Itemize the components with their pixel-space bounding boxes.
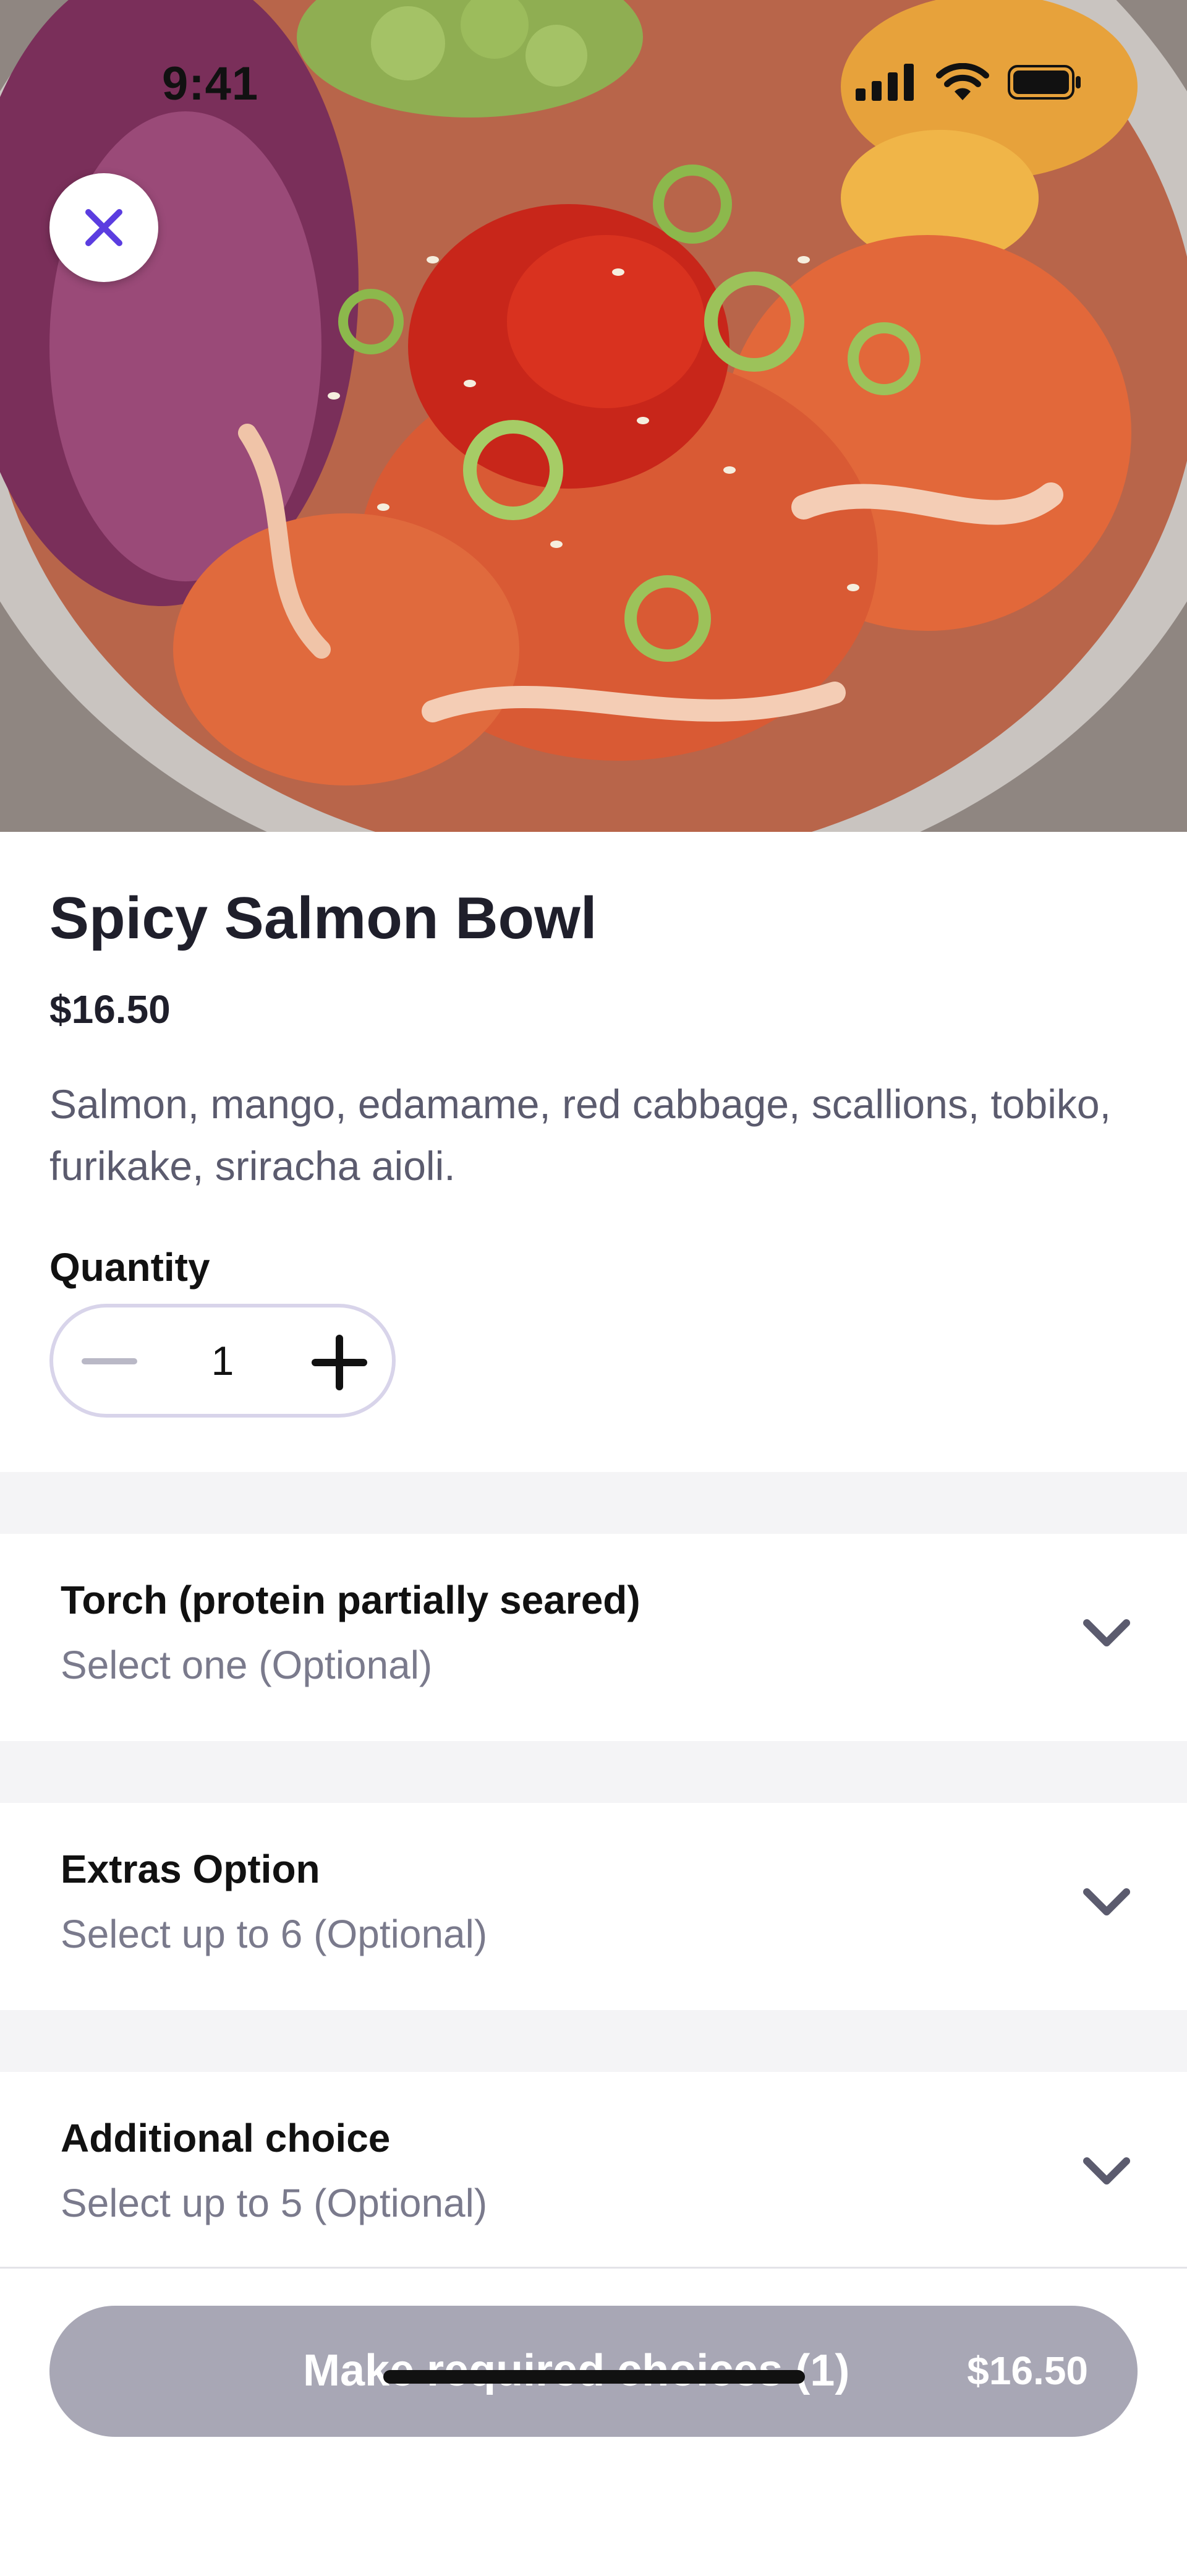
item-title: Spicy Salmon Bowl <box>49 885 597 951</box>
bottom-action-bar: Make required choices (1) $16.50 <box>0 2267 1187 2576</box>
signal-icon <box>856 64 914 101</box>
increment-button[interactable] <box>312 1335 367 1390</box>
section-divider <box>0 1741 1187 1803</box>
option-subtitle: Select up to 5 (Optional) <box>61 2181 488 2225</box>
home-indicator <box>383 2370 805 2384</box>
quantity-label: Quantity <box>49 1245 210 1290</box>
poke-bowl-image <box>0 0 1187 832</box>
item-price: $16.50 <box>49 987 171 1032</box>
close-icon <box>85 209 122 246</box>
section-divider <box>0 1472 1187 1534</box>
chevron-down-icon <box>1083 1619 1130 1646</box>
quantity-stepper[interactable]: 1 <box>49 1304 396 1418</box>
option-subtitle: Select one (Optional) <box>61 1643 433 1687</box>
cta-price: $16.50 <box>967 2348 1088 2393</box>
status-time: 9:41 <box>162 58 259 110</box>
section-divider <box>0 2010 1187 2072</box>
option-title: Additional choice <box>61 2116 391 2160</box>
option-subtitle: Select up to 6 (Optional) <box>61 1912 488 1956</box>
chevron-down-icon <box>1083 1888 1130 1915</box>
close-button[interactable] <box>49 173 158 282</box>
item-photo: 9:41 <box>0 0 1187 832</box>
option-title: Torch (protein partially seared) <box>61 1578 640 1622</box>
option-title: Extras Option <box>61 1847 320 1891</box>
item-description: Salmon, mango, edamame, red cabbage, sca… <box>49 1081 1111 1189</box>
status-bar: 9:41 <box>0 0 1187 110</box>
wifi-icon <box>936 63 989 100</box>
option-group-torch[interactable]: Torch (protein partially seared) Select … <box>0 1534 1187 1743</box>
status-icons <box>856 63 1082 101</box>
option-group-additional[interactable]: Additional choice Select up to 5 (Option… <box>0 2072 1187 2281</box>
option-group-extras[interactable]: Extras Option Select up to 6 (Optional) <box>0 1803 1187 2012</box>
battery-icon <box>1008 65 1081 100</box>
chevron-down-icon <box>1083 2157 1130 2184</box>
